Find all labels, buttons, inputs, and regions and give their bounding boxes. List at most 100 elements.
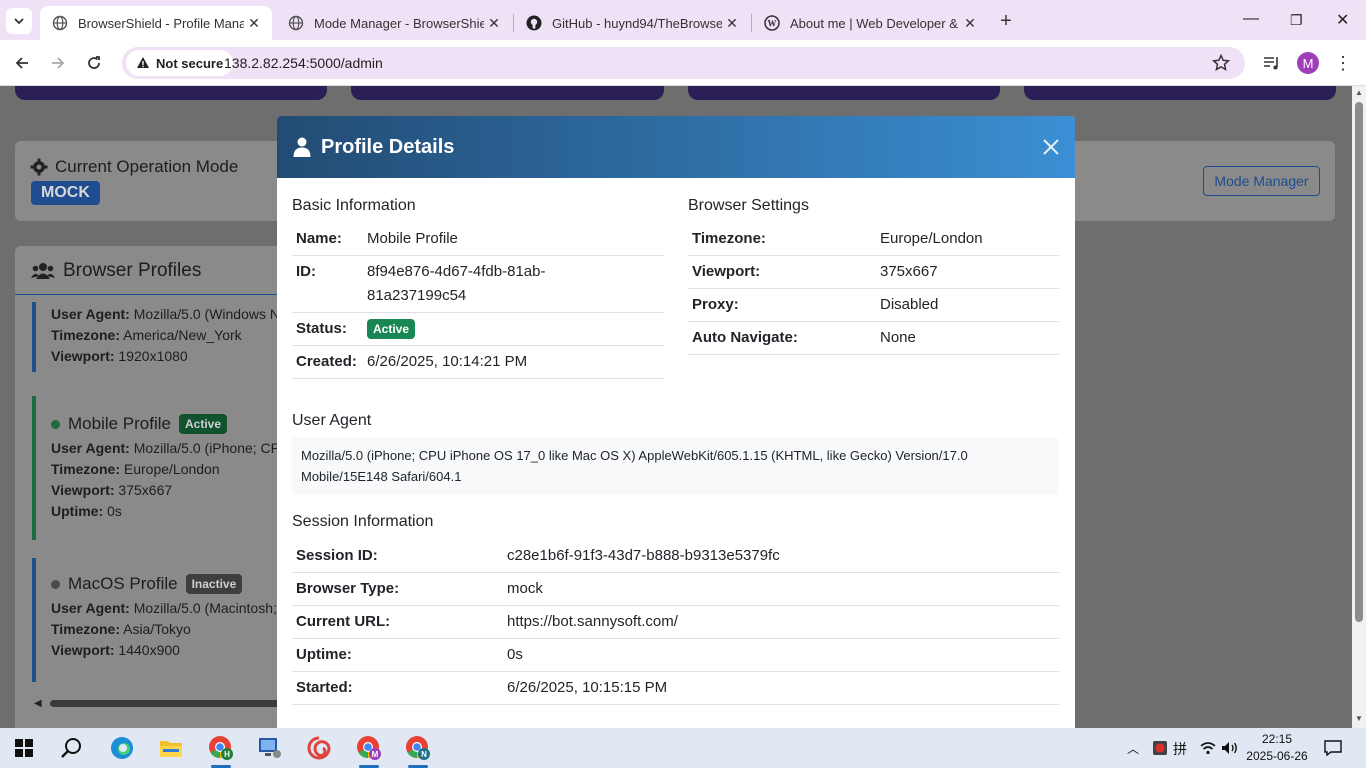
chrome-app-n[interactable]: N	[402, 732, 434, 764]
ime-icon[interactable]: 拼	[1173, 739, 1187, 759]
remote-desktop-app[interactable]	[254, 732, 286, 764]
address-bar[interactable]: Not secure 138.2.82.254:5000/admin	[122, 47, 1245, 79]
reload-button[interactable]	[79, 48, 109, 78]
current-url-label: Current URL:	[292, 605, 503, 639]
edge-app[interactable]	[106, 732, 138, 764]
id-value: 8f94e876-4d67-4fdb-81ab- 81a237199c54	[363, 255, 664, 313]
restore-icon[interactable]: ❐	[1290, 12, 1303, 29]
scrollbar-thumb[interactable]	[1355, 102, 1363, 622]
file-explorer-app[interactable]	[155, 732, 187, 764]
tab-mode-manager[interactable]: Mode Manager - BrowserShield ✕	[276, 6, 512, 40]
browser-menu-button[interactable]: ⋮	[1328, 48, 1358, 78]
table-row: ID: 8f94e876-4d67-4fdb-81ab- 81a237199c54	[292, 255, 664, 313]
playlist-icon	[1264, 57, 1278, 70]
profile-uptime: Uptime: 0s	[51, 503, 122, 519]
table-row: Auto Navigate: None	[688, 321, 1059, 355]
close-icon[interactable]	[1042, 138, 1060, 156]
chrome-app-h[interactable]: H	[205, 732, 237, 764]
close-tab-icon[interactable]: ✕	[960, 13, 980, 33]
new-tab-button[interactable]: +	[994, 9, 1018, 33]
forward-button[interactable]	[43, 48, 73, 78]
table-row: Viewport: 375x667	[688, 255, 1059, 289]
volume-icon[interactable]	[1221, 741, 1239, 755]
reload-icon	[88, 56, 100, 69]
profile-viewport: Viewport: 375x667	[51, 482, 173, 498]
scrollbar-thumb[interactable]	[50, 700, 282, 707]
status-label: Status:	[292, 312, 363, 346]
table-row: Name: Mobile Profile	[292, 222, 664, 256]
profile-timezone: Timezone: Europe/London	[51, 461, 220, 477]
profile-card[interactable]: Mobile Profile Active User Agent: Mozill…	[32, 396, 292, 540]
table-row: Proxy: Disabled	[688, 288, 1059, 322]
viewport-label: Viewport:	[688, 255, 876, 289]
back-button[interactable]	[7, 48, 37, 78]
close-tab-icon[interactable]: ✕	[484, 13, 504, 33]
table-row: Started: 6/26/2025, 10:15:15 PM	[292, 671, 1059, 705]
notification-icon[interactable]	[1324, 740, 1342, 756]
star-icon[interactable]	[1212, 54, 1230, 72]
tab-search-button[interactable]	[6, 8, 32, 34]
swirl-app[interactable]	[303, 732, 335, 764]
profile-viewport: Viewport: 1920x1080	[51, 348, 188, 364]
profile-viewport: Viewport: 1440x900	[51, 642, 180, 658]
wordpress-icon: W	[764, 15, 780, 31]
profiles-scrollbar[interactable]: ◀	[32, 698, 282, 710]
browser-type-value: mock	[503, 572, 1059, 606]
profile-avatar[interactable]: M	[1297, 52, 1319, 74]
close-tab-icon[interactable]: ✕	[244, 13, 264, 33]
tray-chevron-up-icon[interactable]: ︿	[1127, 740, 1139, 757]
clock-time: 22:15	[1261, 732, 1293, 746]
profile-timezone: Timezone: Asia/Tokyo	[51, 621, 191, 637]
session-info-heading: Session Information	[292, 513, 434, 530]
scroll-down-icon[interactable]: ▼	[1355, 714, 1363, 723]
timezone-label: Timezone:	[688, 222, 876, 256]
browser-toolbar: Not secure 138.2.82.254:5000/admin M ⋮	[0, 40, 1366, 86]
search-icon	[61, 738, 81, 758]
session-info-table: Session ID: c28e1b6f-91f3-43d7-b888-b9313…	[292, 539, 1059, 705]
gear-icon	[30, 158, 48, 176]
tab-profile-manager[interactable]: BrowserShield - Profile Manage ✕	[40, 6, 272, 40]
session-id-value: c28e1b6f-91f3-43d7-b888-b9313e5379fc	[503, 539, 1059, 573]
close-window-icon[interactable]: ✕	[1336, 10, 1349, 30]
modal-title: Profile Details	[321, 135, 455, 158]
mode-title: Current Operation Mode	[55, 157, 239, 176]
table-row: Timezone: Europe/London	[688, 222, 1059, 256]
wifi-icon[interactable]	[1200, 741, 1216, 755]
media-control-button[interactable]	[1257, 48, 1287, 78]
basic-info-table: Name: Mobile Profile ID: 8f94e876-4d67-4fd…	[292, 222, 664, 379]
tab-github[interactable]: GitHub - huynd94/TheBrowserS ✕	[514, 6, 750, 40]
start-button[interactable]	[8, 732, 40, 764]
scroll-left-icon[interactable]: ◀	[34, 698, 42, 709]
table-row: Session ID: c28e1b6f-91f3-43d7-b888-b9313…	[292, 539, 1059, 573]
mode-manager-button[interactable]: Mode Manager	[1203, 166, 1320, 196]
profile-card[interactable]: MacOS Profile Inactive User Agent: Mozil…	[32, 558, 292, 682]
close-tab-icon[interactable]: ✕	[722, 13, 742, 33]
profile-user-agent: User Agent: Mozilla/5.0 (Macintosh;	[51, 600, 277, 616]
security-chip[interactable]: Not secure	[126, 50, 234, 76]
minimize-icon[interactable]: —	[1243, 10, 1259, 28]
tab-about-me[interactable]: W About me | Web Developer & D ✕	[752, 6, 988, 40]
svg-text:W: W	[768, 19, 777, 29]
timezone-value: Europe/London	[876, 222, 1059, 256]
page-scrollbar[interactable]: ▲ ▼	[1352, 86, 1366, 728]
search-button[interactable]	[56, 732, 88, 764]
arrow-left-icon	[15, 57, 28, 69]
url-text[interactable]: 138.2.82.254:5000/admin	[224, 55, 383, 71]
created-label: Created:	[292, 345, 363, 379]
record-icon[interactable]	[1152, 740, 1168, 756]
scroll-up-icon[interactable]: ▲	[1355, 88, 1363, 97]
svg-text:H: H	[224, 750, 230, 759]
tab-strip: BrowserShield - Profile Manage ✕ Mode Ma…	[0, 0, 1366, 40]
created-value: 6/26/2025, 10:14:21 PM	[363, 345, 664, 379]
chrome-icon: M	[357, 736, 381, 760]
clock-date: 2025-06-26	[1246, 749, 1308, 763]
chrome-app-m[interactable]: M	[353, 732, 385, 764]
swirl-icon	[307, 736, 331, 760]
session-id-label: Session ID:	[292, 539, 503, 573]
edge-icon	[111, 737, 133, 759]
globe-icon	[288, 15, 304, 31]
clock[interactable]: 22:15 2025-06-26	[1246, 731, 1308, 765]
user-agent-line: Mozilla/5.0 (iPhone; CPU iPhone OS 17_0 …	[301, 448, 968, 463]
profile-card[interactable]: User Agent: Mozilla/5.0 (Windows N Timez…	[32, 302, 292, 372]
svg-text:N: N	[421, 750, 427, 759]
